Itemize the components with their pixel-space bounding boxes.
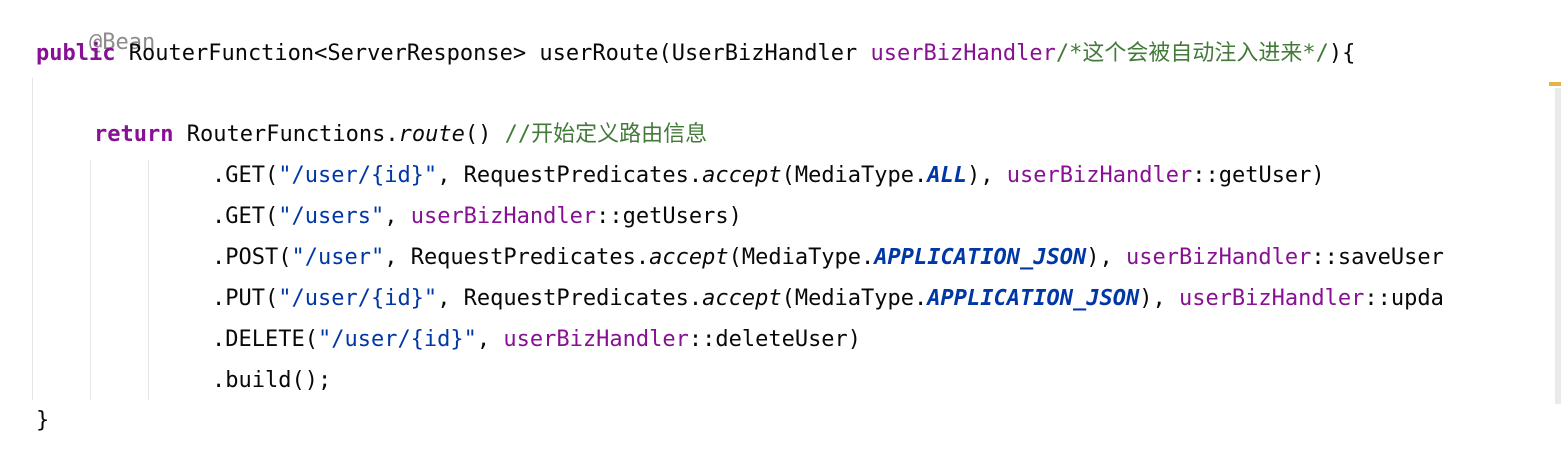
- comment-token: /*这个会被自动注入进来*/: [1055, 41, 1329, 66]
- param-token: userBizHandler: [870, 41, 1056, 66]
- code-token: ::upda: [1364, 286, 1444, 311]
- class-token: RouterFunctions.: [186, 122, 399, 147]
- code-token: .build();: [212, 368, 332, 393]
- code-token: .GET(: [212, 163, 279, 188]
- code-line-build: .build();: [212, 366, 331, 396]
- keyword-token: return: [94, 122, 174, 147]
- code-line-get-user: .GET("/user/{id}", RequestPredicates.acc…: [212, 161, 1325, 191]
- code-line-delete-user: .DELETE("/user/{id}", userBizHandler::de…: [212, 325, 861, 355]
- string-token: "/user/{id}": [278, 163, 438, 188]
- code-token: ),: [1086, 245, 1126, 270]
- brace-token: ){: [1328, 41, 1356, 66]
- param-token: userBizHandler: [1125, 245, 1312, 270]
- constant-token: APPLICATION_JSON: [927, 286, 1140, 311]
- code-token: ,: [476, 327, 504, 352]
- keyword-token: public: [36, 41, 116, 66]
- indent-guide: [32, 78, 33, 400]
- code-editor[interactable]: @Bean public RouterFunction<ServerRespon…: [0, 0, 1561, 463]
- constant-token: APPLICATION_JSON: [874, 245, 1087, 270]
- scrollbar-track[interactable]: [1555, 88, 1561, 404]
- param-token: userBizHandler: [1178, 286, 1365, 311]
- string-token: "/user/{id}": [278, 286, 438, 311]
- code-token: , RequestPredicates.: [384, 245, 650, 270]
- code-token: (MediaType.: [781, 286, 928, 311]
- code-line-get-users: .GET("/users", userBizHandler::getUsers): [212, 202, 742, 232]
- code-token: .PUT(: [212, 286, 279, 311]
- code-token: .DELETE(: [212, 327, 318, 352]
- code-token: , RequestPredicates.: [437, 286, 703, 311]
- string-token: "/user": [291, 245, 385, 270]
- code-line-annotation: @Bean: [36, 0, 155, 55]
- code-token: ),: [1139, 286, 1179, 311]
- code-token: ::getUser): [1192, 163, 1325, 188]
- indent-guide: [148, 160, 149, 400]
- method-token: accept: [649, 245, 729, 270]
- param-token: userBizHandler: [1006, 163, 1193, 188]
- parens-token: (): [464, 122, 492, 147]
- code-token: (MediaType.: [728, 245, 875, 270]
- type-token: RouterFunction<ServerResponse>: [128, 41, 527, 66]
- scrollbar-marker[interactable]: [1549, 82, 1561, 86]
- brace-token: }: [36, 408, 50, 433]
- method-token: accept: [702, 286, 782, 311]
- code-token: .POST(: [212, 245, 292, 270]
- code-token: ::deleteUser): [688, 327, 862, 352]
- param-token: userBizHandler: [410, 204, 597, 229]
- constant-token: ALL: [927, 163, 968, 188]
- code-line-post-user: .POST("/user", RequestPredicates.accept(…: [212, 243, 1444, 273]
- code-token: , RequestPredicates.: [437, 163, 703, 188]
- code-token: ,: [384, 204, 411, 229]
- code-line-put-user: .PUT("/user/{id}", RequestPredicates.acc…: [212, 284, 1444, 314]
- string-token: "/users": [278, 204, 385, 229]
- indent-guide: [90, 160, 91, 400]
- string-token: "/user/{id}": [317, 327, 477, 352]
- code-line-method-signature: public RouterFunction<ServerResponse> us…: [36, 39, 1355, 69]
- method-token: userRoute(UserBizHandler: [539, 41, 858, 66]
- method-token: route: [398, 122, 465, 147]
- code-token: (MediaType.: [781, 163, 928, 188]
- code-token: ),: [967, 163, 1007, 188]
- code-line-return: return RouterFunctions.route() //开始定义路由信…: [94, 120, 707, 150]
- code-token: ::saveUser: [1311, 245, 1444, 270]
- comment-token: //开始定义路由信息: [504, 122, 708, 147]
- code-token: ::getUsers): [596, 204, 742, 229]
- method-token: accept: [702, 163, 782, 188]
- code-line-close-brace: }: [36, 406, 49, 436]
- param-token: userBizHandler: [503, 327, 689, 352]
- code-token: .GET(: [212, 204, 279, 229]
